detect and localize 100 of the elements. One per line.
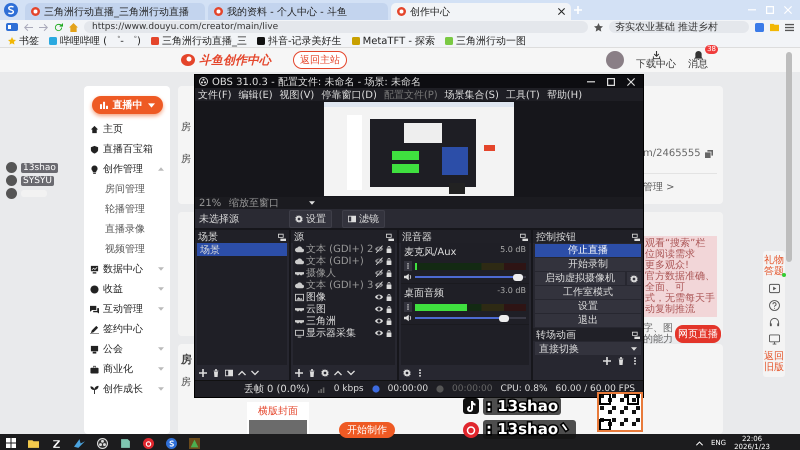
maximize-icon[interactable] — [607, 78, 615, 86]
menu-item[interactable]: 帮助(H) — [546, 88, 582, 102]
back-to-site-button[interactable]: 返回主站 — [293, 51, 347, 69]
move-up-icon[interactable] — [334, 368, 342, 376]
control-button[interactable]: 设置 — [535, 300, 641, 313]
browser-tab[interactable]: 创作中心 — [391, 3, 571, 20]
menu-item[interactable]: 工具(T) — [506, 88, 540, 102]
obs-icon[interactable] — [97, 438, 108, 448]
source-item[interactable]: 文本 (GDI+) 3 — [293, 279, 395, 291]
menu-item[interactable]: 视图(V) — [280, 88, 314, 102]
eye-icon[interactable] — [375, 329, 383, 337]
remove-icon[interactable] — [212, 368, 220, 376]
volume-slider[interactable] — [415, 274, 526, 280]
scrollbar[interactable] — [786, 52, 792, 262]
bookmark-link[interactable]: 哔哩哔哩 ( ゜- ゜) — [49, 34, 141, 48]
bookmark-link[interactable]: 抖音-记录美好生 — [256, 34, 342, 48]
lock-icon[interactable] — [385, 281, 394, 289]
hidden-eye-icon[interactable] — [375, 257, 383, 265]
menu-item[interactable]: 编辑(E) — [238, 88, 273, 102]
transition-dropdown[interactable]: 直接切换 — [535, 342, 641, 355]
move-down-icon[interactable] — [347, 368, 355, 376]
sidebar-item[interactable]: 创作管理 — [90, 159, 164, 179]
add-icon[interactable] — [295, 368, 303, 376]
slider-thumb[interactable] — [512, 274, 523, 280]
close-icon[interactable] — [558, 8, 565, 15]
sidebar-item[interactable]: 主页 — [90, 119, 164, 139]
bookmark-link[interactable]: 三角洲行动一图 — [445, 34, 526, 48]
source-item[interactable]: 摄像人 — [293, 267, 395, 279]
camera-settings-button[interactable] — [627, 272, 641, 285]
undock-icon[interactable] — [632, 232, 640, 240]
messages-link[interactable]: 消息 — [688, 50, 708, 70]
download-link[interactable]: 下载中心 — [636, 50, 676, 70]
sidebar-item[interactable]: 签约中心 — [90, 319, 164, 339]
undock-icon[interactable] — [520, 232, 528, 240]
manage-link[interactable]: 管理 > — [643, 180, 723, 194]
slider-thumb[interactable] — [498, 314, 509, 322]
add-icon[interactable] — [199, 368, 207, 376]
control-button[interactable]: 启动虚拟摄像机 — [535, 272, 625, 285]
hidden-eye-icon[interactable] — [375, 281, 384, 289]
bookmark-link[interactable]: MetaTFT - 探索 — [352, 34, 436, 48]
bookmark-link[interactable]: 三角洲行动直播_三 — [150, 34, 247, 48]
refresh-icon[interactable] — [54, 22, 63, 32]
filters-button[interactable]: 滤镜 — [342, 210, 385, 228]
dots-icon[interactable] — [631, 357, 639, 365]
source-item[interactable]: 显示器采集 — [293, 327, 395, 339]
lock-icon[interactable] — [385, 269, 393, 277]
hidden-eye-icon[interactable] — [375, 269, 383, 277]
move-up-icon[interactable] — [238, 368, 246, 376]
undock-icon[interactable] — [278, 232, 286, 240]
lock-icon[interactable] — [385, 329, 393, 337]
chevron-up-icon[interactable] — [696, 440, 703, 446]
dots-icon[interactable] — [416, 368, 424, 376]
eye-icon[interactable] — [375, 293, 383, 301]
source-item[interactable]: 图像 — [293, 291, 395, 303]
sidebar-item[interactable]: 直播百宝箱 — [90, 139, 164, 159]
eye-icon[interactable] — [375, 305, 383, 313]
speaker-icon[interactable] — [404, 273, 412, 281]
filter-icon[interactable] — [225, 368, 233, 376]
site-logo[interactable]: 斗鱼创作中心 — [199, 52, 271, 68]
source-item[interactable]: 云图 — [293, 303, 395, 315]
volume-slider[interactable] — [415, 314, 526, 322]
triangle-app-icon[interactable] — [189, 438, 200, 448]
menu-item[interactable]: 场景集合(S) — [444, 88, 499, 102]
browser-tab[interactable]: 我的资料 - 个人中心 - 斗鱼 — [208, 3, 388, 20]
folder-icon[interactable] — [28, 438, 39, 448]
lock-icon[interactable] — [385, 257, 393, 265]
eye-icon[interactable] — [375, 317, 383, 325]
wave-app-icon[interactable] — [74, 438, 85, 448]
browser-tab[interactable]: 三角洲行动直播_三角洲行动直播 — [25, 3, 205, 20]
windows-start-icon[interactable] — [6, 438, 16, 448]
menu-item[interactable]: 停靠窗口(D) — [321, 88, 377, 102]
add-icon[interactable] — [603, 357, 611, 365]
browser-logo-icon[interactable] — [4, 3, 18, 17]
channel-menu-button[interactable] — [404, 302, 412, 312]
sidebar-item[interactable]: 商业化 — [90, 359, 164, 379]
bookmark-link[interactable]: 书签 — [8, 34, 39, 48]
control-button[interactable]: 工作室模式 — [535, 286, 641, 299]
hidden-eye-icon[interactable] — [375, 245, 384, 253]
search-field[interactable]: 夯实农业基础 推进乡村 — [609, 21, 749, 33]
source-item[interactable]: 文本 (GDI+) — [293, 255, 395, 267]
source-item[interactable]: 三角洲 — [293, 315, 395, 327]
sidebar-subitem[interactable]: 直播录像 — [90, 219, 164, 239]
star-icon[interactable] — [594, 22, 603, 32]
z-app-icon[interactable] — [51, 438, 62, 448]
zoom-dropdown[interactable]: 缩放至窗口 — [229, 196, 316, 210]
lock-icon[interactable] — [385, 317, 393, 325]
sidebar-item[interactable]: 公会 — [90, 339, 164, 359]
monitor-icon[interactable] — [768, 334, 780, 345]
book-app-icon[interactable] — [120, 438, 131, 448]
browser-icon[interactable] — [166, 438, 177, 448]
address-field[interactable]: https://www.douyu.com/creator/main/live — [84, 21, 588, 33]
menu-item[interactable]: 文件(F) — [198, 88, 232, 102]
control-button[interactable]: 退出 — [535, 314, 641, 327]
scene-item[interactable]: 场景 — [197, 243, 287, 256]
avatar[interactable] — [606, 51, 624, 69]
settings-button[interactable]: 设置 — [289, 210, 332, 228]
music-app-icon[interactable] — [143, 438, 154, 448]
sidebar-item[interactable]: 数据中心 — [90, 259, 164, 279]
lock-icon[interactable] — [385, 305, 393, 313]
move-down-icon[interactable] — [251, 368, 259, 376]
